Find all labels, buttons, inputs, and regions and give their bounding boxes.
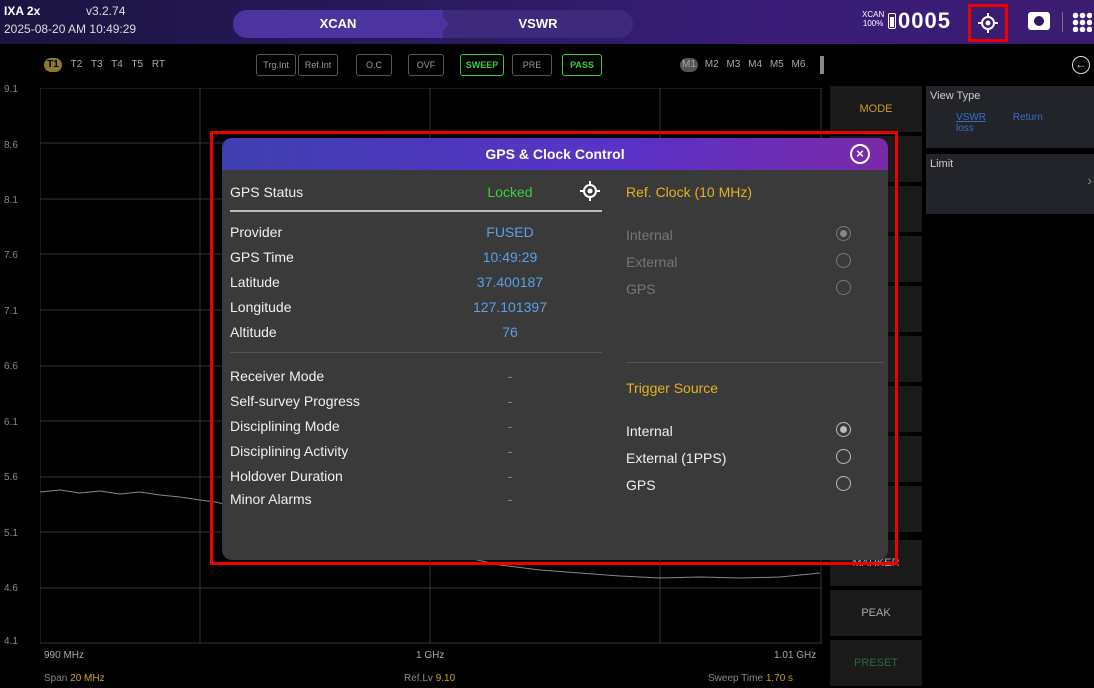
- flag-trg-int: Trg.Int: [256, 54, 296, 76]
- y-tick-label: 5.6: [4, 472, 18, 483]
- gps-button[interactable]: [968, 4, 1008, 42]
- flag-pre: PRE: [512, 54, 552, 76]
- divider: [1062, 12, 1063, 32]
- y-tick-label: 6.1: [4, 417, 18, 428]
- flag-sweep: SWEEP: [460, 54, 504, 76]
- top-bar: IXA 2x v3.2.74 2025-08-20 AM 10:49:29 XC…: [0, 0, 1094, 44]
- marker-m2[interactable]: M2: [705, 59, 719, 70]
- trace-selector: T1 T2 T3 T4 T5 RT: [44, 58, 171, 72]
- preset-button[interactable]: PRESET: [830, 640, 922, 686]
- gps-target-icon: [978, 13, 998, 33]
- marker-bar: [820, 56, 824, 74]
- sweep-label: Sweep Time: [708, 673, 764, 684]
- mode-button[interactable]: MODE: [830, 86, 922, 132]
- marker-m3[interactable]: M3: [726, 59, 740, 70]
- flag-ref-int: Ref.Int: [298, 54, 338, 76]
- span-readout[interactable]: Span 20 MHz: [44, 673, 105, 684]
- y-tick-label: 9.1: [4, 84, 18, 95]
- flag-ovf: OVF: [408, 54, 444, 76]
- limit-title: Limit: [930, 158, 954, 170]
- limit-panel[interactable]: Limit ›: [926, 154, 1094, 214]
- y-tick-label: 4.1: [4, 636, 18, 647]
- span-label: Span: [44, 673, 68, 684]
- mode-selector[interactable]: XCAN VSWR: [233, 10, 633, 38]
- marker-selector: M1 M2 M3 M4 M5 M6: [680, 58, 810, 72]
- model-name: IXA 2x: [4, 4, 41, 18]
- camera-icon[interactable]: [1028, 12, 1050, 30]
- badge-line2: 100%: [862, 19, 884, 28]
- trace-t1[interactable]: T1: [44, 58, 62, 72]
- span-value: 20 MHz: [70, 673, 105, 684]
- trace-t4[interactable]: T4: [111, 59, 123, 70]
- apps-grid-icon[interactable]: [1072, 12, 1092, 32]
- reflevel-value: 9.10: [435, 673, 456, 684]
- y-tick-label: 6.6: [4, 361, 18, 372]
- date-time: 2025-08-20 AM 10:49:29: [4, 22, 137, 36]
- marker-m4[interactable]: M4: [748, 59, 762, 70]
- highlight-outline: [210, 131, 898, 565]
- trace-rt[interactable]: RT: [152, 59, 165, 70]
- trace-t5[interactable]: T5: [131, 59, 143, 70]
- view-type-title: View Type: [930, 90, 981, 102]
- flag-pass: PASS: [562, 54, 602, 76]
- counter-display: 0005: [898, 8, 951, 33]
- view-type-panel: View Type VSWR Return loss: [926, 86, 1094, 148]
- y-tick-label: 4.6: [4, 583, 18, 594]
- y-tick-label: 8.1: [4, 195, 18, 206]
- version-label: v3.2.74: [86, 4, 126, 18]
- y-tick-label: 7.6: [4, 250, 18, 261]
- x-end-label: 1.01 GHz: [774, 650, 817, 661]
- sweep-readout[interactable]: Sweep Time 1.70 s: [708, 673, 793, 684]
- view-type-vswr[interactable]: VSWR: [956, 112, 986, 123]
- x-center-label: 1 GHz: [416, 650, 445, 661]
- y-tick-label: 8.6: [4, 140, 18, 151]
- marker-m6[interactable]: M6: [792, 59, 806, 70]
- chevron-right-icon: ›: [1087, 172, 1092, 188]
- badge-line1: XCAN: [862, 10, 885, 19]
- x-start-label: 990 MHz: [44, 650, 85, 661]
- marker-m1[interactable]: M1: [680, 58, 698, 72]
- y-tick-label: 7.1: [4, 306, 18, 317]
- y-tick-label: 5.1: [4, 528, 18, 539]
- reflevel-label: Ref.Lv: [404, 673, 433, 684]
- mode-vswr-tab[interactable]: VSWR: [453, 10, 623, 38]
- trace-t3[interactable]: T3: [91, 59, 103, 70]
- peak-button[interactable]: PEAK: [830, 590, 922, 636]
- trace-t2[interactable]: T2: [71, 59, 83, 70]
- marker-m5[interactable]: M5: [770, 59, 784, 70]
- reflevel-readout[interactable]: Ref.Lv 9.10: [404, 673, 455, 684]
- flag-oc: O.C: [356, 54, 392, 76]
- mode-arrow: [437, 10, 449, 38]
- sweep-value: 1.70 s: [765, 673, 794, 684]
- xcan-battery-badge: XCAN 100%: [862, 10, 884, 28]
- battery-icon: [888, 13, 896, 29]
- back-arrow-icon[interactable]: ←: [1072, 56, 1090, 74]
- mode-xcan-tab[interactable]: XCAN: [233, 10, 443, 38]
